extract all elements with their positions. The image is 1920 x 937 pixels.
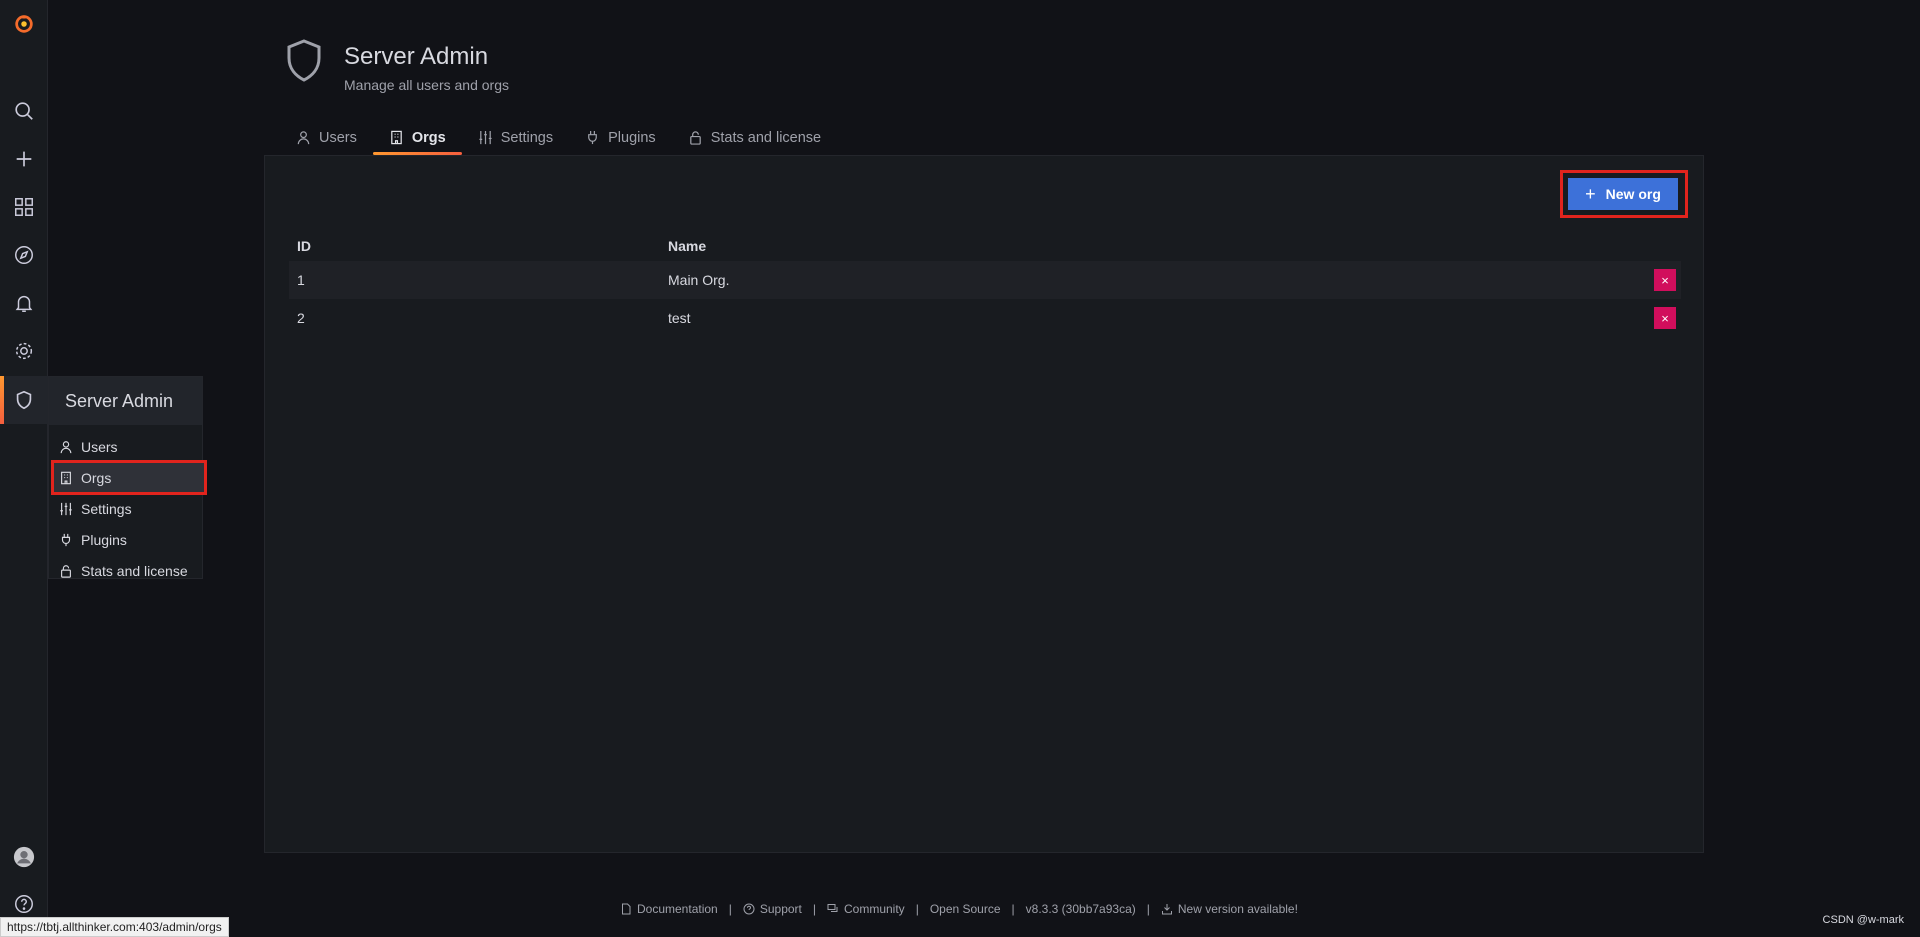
flyout-item-orgs[interactable]: Orgs (51, 460, 207, 495)
admin-tabs: Users Orgs Settings Plugins Stats and li… (280, 120, 837, 155)
footer: Documentation | Support | Community | Op… (620, 902, 1298, 916)
grafana-logo-icon[interactable] (0, 0, 48, 48)
tab-orgs[interactable]: Orgs (372, 120, 462, 155)
footer-documentation-label: Documentation (637, 902, 718, 916)
flyout-item-label: Plugins (81, 531, 127, 548)
delete-org-button[interactable]: × (1654, 269, 1676, 291)
plug-icon (61, 533, 71, 546)
document-icon (622, 903, 631, 915)
column-header-name: Name (668, 238, 707, 254)
org-name-cell[interactable]: Main Org. (660, 261, 1641, 299)
footer-support-link[interactable]: Support (743, 902, 802, 916)
tab-label: Users (319, 129, 357, 146)
question-circle-icon (743, 903, 755, 915)
footer-separator: | (1146, 902, 1150, 916)
footer-separator: | (915, 902, 919, 916)
orgs-panel: + New org ID Name 1 Main Org. × 2 test × (264, 155, 1704, 853)
tab-settings[interactable]: Settings (462, 120, 569, 155)
new-org-highlight: + New org (1560, 170, 1688, 218)
footer-community-link[interactable]: Community (827, 902, 905, 916)
flyout-item-label: Settings (81, 500, 132, 517)
table-row[interactable]: 1 Main Org. × (289, 261, 1681, 299)
footer-version: v8.3.3 (30bb7a93ca) (1025, 902, 1136, 916)
watermark: CSDN @w-mark (1822, 914, 1904, 926)
footer-new-version-link[interactable]: New version available! (1161, 902, 1298, 916)
delete-org-button[interactable]: × (1654, 307, 1676, 329)
plug-icon (588, 130, 597, 145)
user-icon (60, 440, 72, 453)
column-header-id: ID (297, 238, 311, 254)
flyout-item-label: Orgs (81, 469, 112, 486)
explore-icon[interactable] (0, 231, 48, 279)
column-header-actions (1641, 231, 1681, 261)
flyout-item-settings[interactable]: Settings (49, 493, 202, 524)
page-header: Server Admin Manage all users and orgs (284, 38, 509, 93)
dashboards-icon[interactable] (0, 183, 48, 231)
sidebar (0, 0, 48, 937)
search-icon[interactable] (0, 87, 48, 135)
user-icon (297, 131, 310, 145)
tab-label: Orgs (411, 129, 446, 146)
browser-status-url: https://tbtj.allthinker.com:403/admin/or… (0, 917, 229, 937)
new-org-label: New org (1605, 186, 1661, 202)
page-subtitle: Manage all users and orgs (344, 77, 509, 93)
org-id-cell[interactable]: 1 (289, 261, 660, 299)
footer-separator: | (1011, 902, 1015, 916)
sliders-icon (479, 130, 492, 145)
alerting-icon[interactable] (0, 279, 48, 327)
plus-icon: + (1585, 183, 1596, 204)
table-header-row: ID Name (289, 231, 1681, 261)
footer-separator: | (728, 902, 732, 916)
orgs-table: ID Name 1 Main Org. × 2 test × (289, 231, 1681, 337)
org-name-cell[interactable]: test (660, 299, 1641, 337)
footer-documentation-link[interactable]: Documentation (620, 902, 718, 916)
shield-icon (287, 39, 321, 82)
plus-icon[interactable] (0, 135, 48, 183)
tab-stats-and-license[interactable]: Stats and license (672, 120, 837, 155)
tab-label: Plugins (608, 129, 656, 146)
server-admin-nav-item[interactable] (0, 376, 48, 424)
actions-cell: × (1641, 261, 1681, 299)
server-admin-flyout-menu: Server Admin Users Orgs Settings Plugins… (48, 376, 207, 579)
configuration-icon[interactable] (0, 327, 48, 375)
tab-users[interactable]: Users (280, 120, 373, 155)
flyout-item-label: Users (81, 438, 118, 455)
table-row[interactable]: 2 test × (289, 299, 1681, 337)
tab-label: Stats and license (710, 129, 822, 146)
new-org-button[interactable]: + New org (1568, 178, 1678, 210)
footer-new-version-label: New version available! (1177, 902, 1298, 916)
flyout-item-users[interactable]: Users (49, 431, 202, 462)
org-id-cell[interactable]: 2 (289, 299, 660, 337)
sliders-icon (60, 502, 72, 515)
building-icon (391, 130, 402, 145)
user-avatar-icon[interactable] (0, 833, 48, 881)
lock-icon (61, 564, 71, 578)
flyout-item-stats-and-license[interactable]: Stats and license (49, 555, 202, 586)
footer-support-label: Support (759, 902, 802, 916)
lock-icon (689, 131, 701, 145)
footer-separator: | (812, 902, 816, 916)
comments-icon (827, 904, 838, 912)
page-title: Server Admin (344, 43, 489, 70)
tab-label: Settings (500, 129, 554, 146)
flyout-title[interactable]: Server Admin (49, 377, 202, 425)
flyout-item-label: Stats and license (81, 562, 188, 579)
shield-icon (16, 390, 32, 410)
actions-cell: × (1641, 299, 1681, 337)
building-icon (61, 471, 71, 484)
footer-community-label: Community (844, 902, 905, 916)
download-icon (1161, 904, 1172, 915)
footer-open-source-link[interactable]: Open Source (930, 902, 1001, 916)
tab-plugins[interactable]: Plugins (569, 120, 672, 155)
flyout-item-plugins[interactable]: Plugins (49, 524, 202, 555)
